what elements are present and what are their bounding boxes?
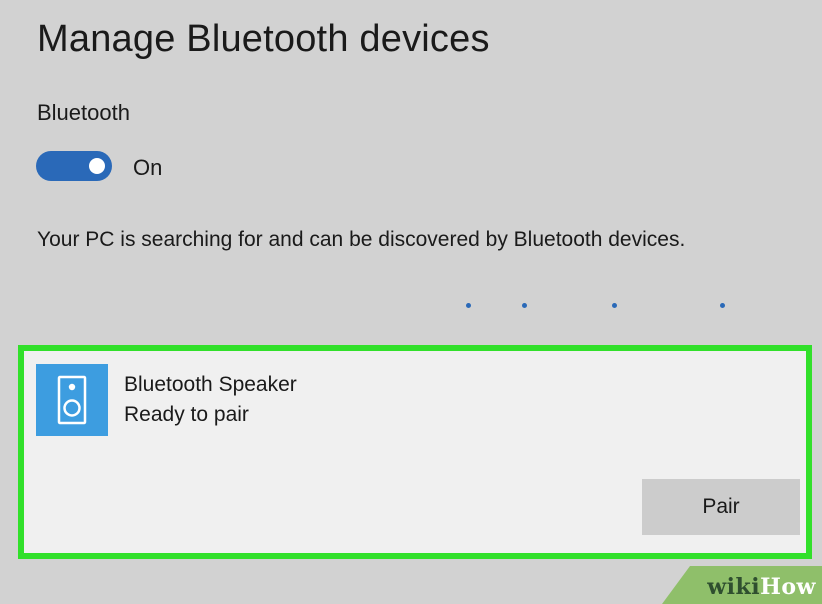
toggle-state-label: On [133,155,163,180]
searching-progress-dot [612,303,617,308]
bluetooth-toggle[interactable] [36,151,112,181]
discovery-status-text: Your PC is searching for and can be disc… [37,228,686,251]
toggle-knob [89,158,105,174]
bluetooth-label: Bluetooth [37,100,130,125]
device-status: Ready to pair [124,403,249,426]
device-name: Bluetooth Speaker [124,373,297,396]
searching-progress-dot [720,303,725,308]
page-title: Manage Bluetooth devices [37,18,490,60]
pair-button[interactable]: Pair [642,479,800,535]
wikihow-watermark: wikiHow [662,566,822,604]
device-list-item[interactable]: Bluetooth Speaker Ready to pair Pair [18,345,812,559]
searching-progress-dot [522,303,527,308]
watermark-text: wikiHow [707,574,816,600]
watermark-how: How [760,574,816,600]
searching-progress-dot [466,303,471,308]
watermark-wiki: wiki [707,574,761,600]
speaker-icon [36,364,108,436]
